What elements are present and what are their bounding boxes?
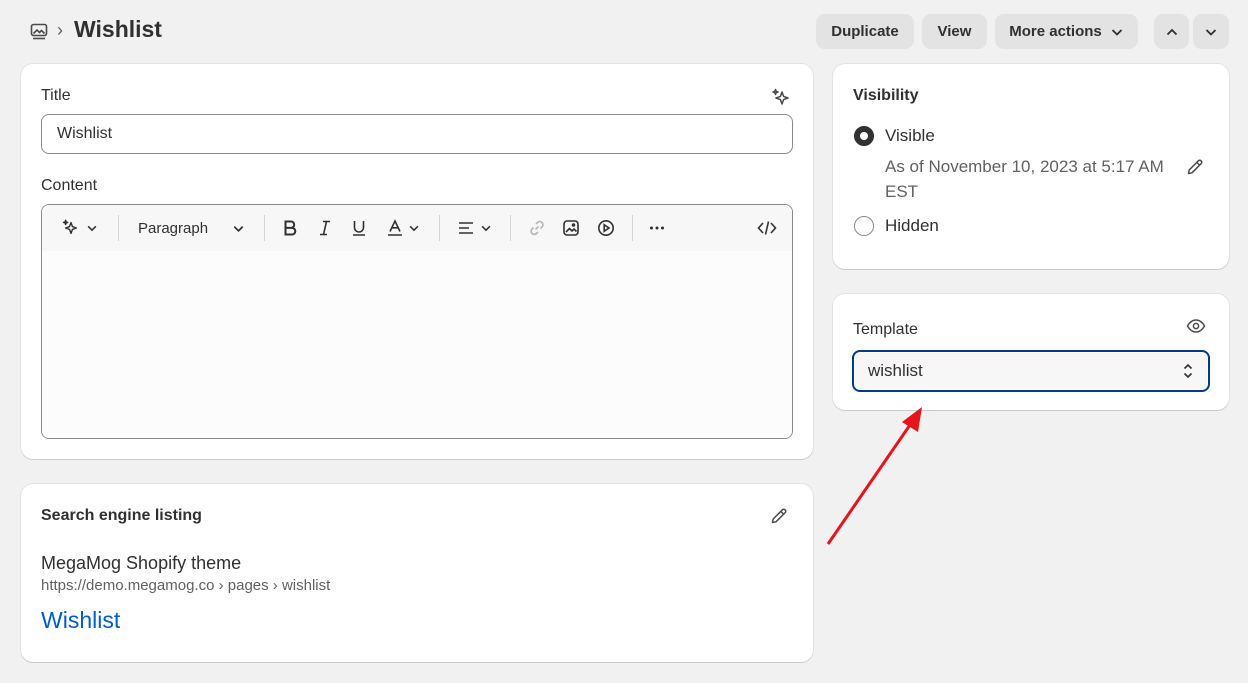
next-page-button[interactable] bbox=[1193, 14, 1229, 49]
content-label: Content bbox=[41, 177, 98, 194]
view-button-label: View bbox=[937, 23, 972, 40]
hidden-radio[interactable] bbox=[854, 216, 874, 236]
visibility-heading: Visibility bbox=[853, 87, 919, 104]
bold-icon bbox=[281, 219, 299, 237]
edit-pencil-icon[interactable] bbox=[770, 507, 788, 525]
title-input-value: Wishlist bbox=[57, 125, 113, 142]
breadcrumb-separator: › bbox=[57, 20, 63, 40]
show-html-button[interactable] bbox=[756, 217, 778, 239]
rich-text-editor: Paragraph bbox=[41, 204, 793, 439]
more-formatting-button[interactable] bbox=[646, 217, 668, 239]
align-left-icon bbox=[457, 219, 475, 237]
editor-toolbar: Paragraph bbox=[42, 205, 792, 251]
insert-link-button[interactable] bbox=[526, 217, 548, 239]
edit-pencil-icon[interactable] bbox=[1186, 158, 1204, 176]
more-actions-label: More actions bbox=[1009, 23, 1102, 40]
underline-icon bbox=[350, 219, 368, 237]
sparkle-icon[interactable] bbox=[771, 88, 791, 108]
play-icon bbox=[597, 219, 615, 237]
visible-radio-label[interactable]: Visible bbox=[885, 126, 935, 146]
chevron-down-icon bbox=[1204, 25, 1218, 39]
text-color-button[interactable] bbox=[384, 217, 422, 239]
seo-site-name: MegaMog Shopify theme bbox=[41, 553, 242, 573]
template-heading: Template bbox=[853, 321, 918, 338]
toolbar-divider bbox=[118, 215, 119, 241]
title-input[interactable]: Wishlist bbox=[41, 114, 793, 154]
seo-url: https://demo.megamog.co › pages › wishli… bbox=[41, 577, 331, 594]
pages-icon[interactable] bbox=[30, 23, 48, 41]
toolbar-divider bbox=[439, 215, 440, 241]
template-select[interactable]: wishlist bbox=[852, 350, 1210, 392]
visible-radio[interactable] bbox=[854, 126, 874, 146]
chevron-down-icon bbox=[1110, 25, 1124, 39]
duplicate-button[interactable]: Duplicate bbox=[816, 14, 914, 49]
page-content-card: Title Wishlist Content Paragraph bbox=[21, 64, 813, 459]
text-color-icon bbox=[386, 219, 404, 237]
chevron-down-icon bbox=[408, 222, 420, 234]
hidden-radio-label[interactable]: Hidden bbox=[885, 216, 939, 236]
format-select[interactable]: Paragraph bbox=[138, 217, 245, 239]
underline-button[interactable] bbox=[348, 217, 370, 239]
duplicate-button-label: Duplicate bbox=[831, 23, 899, 40]
format-select-value: Paragraph bbox=[138, 219, 209, 237]
insert-video-button[interactable] bbox=[595, 217, 617, 239]
template-select-value: wishlist bbox=[868, 361, 923, 380]
view-button[interactable]: View bbox=[922, 14, 987, 49]
italic-button[interactable] bbox=[314, 217, 336, 239]
visibility-date-note: As of November 10, 2023 at 5:17 AM EST bbox=[885, 157, 1164, 201]
toolbar-divider bbox=[264, 215, 265, 241]
chevron-up-icon bbox=[1165, 25, 1179, 39]
previous-page-button[interactable] bbox=[1154, 14, 1189, 49]
bold-button[interactable] bbox=[279, 217, 301, 239]
italic-icon bbox=[316, 219, 334, 237]
annotation-arrow bbox=[826, 407, 922, 545]
search-engine-listing-card: Search engine listing MegaMog Shopify th… bbox=[21, 484, 813, 662]
code-icon bbox=[757, 219, 777, 237]
ellipsis-icon bbox=[648, 219, 666, 237]
insert-image-button[interactable] bbox=[560, 217, 582, 239]
align-button[interactable] bbox=[454, 217, 494, 239]
seo-heading: Search engine listing bbox=[41, 507, 202, 524]
chevron-down-icon bbox=[232, 222, 245, 235]
ai-generate-button[interactable] bbox=[58, 217, 102, 239]
sparkle-icon bbox=[62, 219, 80, 237]
more-actions-button[interactable]: More actions bbox=[995, 14, 1138, 49]
visibility-card: Visibility Visible As of November 10, 20… bbox=[833, 64, 1229, 269]
chevron-down-icon bbox=[86, 222, 98, 234]
chevron-down-icon bbox=[480, 222, 492, 234]
template-card: Template wishlist bbox=[833, 294, 1229, 410]
editor-content-area[interactable] bbox=[42, 251, 792, 438]
page-header: › Wishlist Duplicate View More actions bbox=[0, 0, 1248, 64]
title-label: Title bbox=[41, 87, 71, 104]
seo-page-title: Wishlist bbox=[41, 607, 121, 633]
eye-icon[interactable] bbox=[1186, 318, 1206, 334]
toolbar-divider bbox=[510, 215, 511, 241]
image-icon bbox=[562, 219, 580, 237]
link-icon bbox=[528, 219, 546, 237]
select-arrows-icon bbox=[1182, 362, 1194, 380]
page-title: Wishlist bbox=[74, 16, 162, 42]
toolbar-divider bbox=[632, 215, 633, 241]
